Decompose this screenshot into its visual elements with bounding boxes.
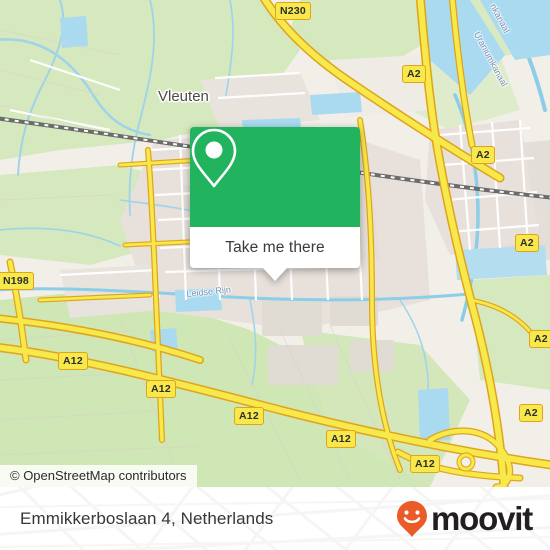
screenshot-root: Vleuten Uraniumkanaal nkanaal Leidse Rij… — [0, 0, 550, 550]
address-title: Emmikkerboslaan 4, Netherlands — [20, 508, 274, 528]
moovit-logo[interactable]: moovit — [395, 500, 533, 538]
popup-action-area[interactable]: Take me there — [190, 227, 360, 281]
map-canvas[interactable]: Vleuten Uraniumkanaal nkanaal Leidse Rij… — [0, 0, 550, 487]
popup-tail — [262, 267, 288, 281]
map-attribution[interactable]: © OpenStreetMap contributors — [0, 465, 197, 487]
take-me-there-button[interactable]: Take me there — [225, 239, 325, 257]
footer-bar: Emmikkerboslaan 4, Netherlands moovit — [0, 487, 550, 550]
map-pin-icon — [191, 128, 237, 188]
moovit-pin-smile-icon — [397, 500, 428, 537]
moovit-wordmark: moovit — [431, 500, 533, 537]
location-popup-card[interactable]: Take me there — [190, 127, 360, 281]
popup-icon-area — [190, 127, 360, 227]
